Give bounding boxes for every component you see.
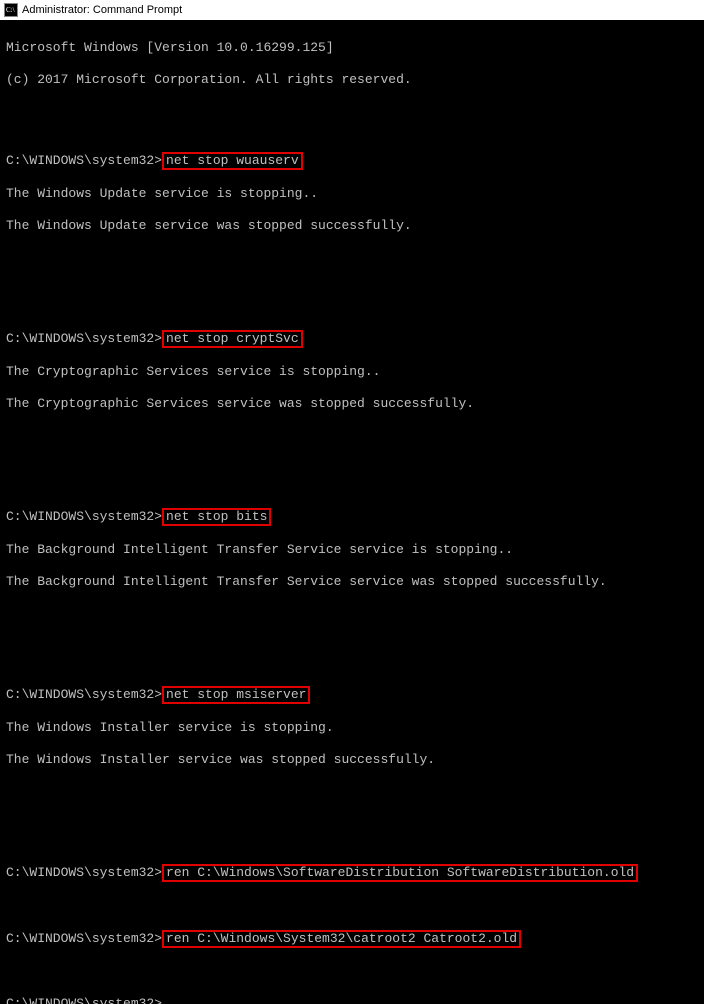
- blank-line: [6, 282, 698, 298]
- blank-line: [6, 250, 698, 266]
- terminal-output[interactable]: Microsoft Windows [Version 10.0.16299.12…: [0, 20, 704, 1004]
- output-line: The Background Intelligent Transfer Serv…: [6, 542, 698, 558]
- output-line: The Background Intelligent Transfer Serv…: [6, 574, 698, 590]
- command-line: C:\WINDOWS\system32>net stop wuauserv: [6, 152, 698, 170]
- blank-line: [6, 638, 698, 654]
- blank-line: [6, 784, 698, 800]
- command-line: C:\WINDOWS\system32>ren C:\Windows\Syste…: [6, 930, 698, 948]
- output-line: The Windows Installer service is stoppin…: [6, 720, 698, 736]
- command-line: C:\WINDOWS\system32>ren C:\Windows\Softw…: [6, 864, 698, 882]
- prompt: C:\WINDOWS\system32>: [6, 865, 162, 880]
- svg-text:C:\: C:\: [6, 6, 15, 14]
- window-titlebar[interactable]: C:\ Administrator: Command Prompt: [0, 0, 704, 20]
- prompt: C:\WINDOWS\system32>: [6, 996, 162, 1004]
- blank-line: [6, 606, 698, 622]
- blank-line: [6, 104, 698, 120]
- highlighted-command: net stop cryptSvc: [162, 330, 303, 348]
- prompt: C:\WINDOWS\system32>: [6, 509, 162, 524]
- cmd-icon: C:\: [4, 3, 18, 17]
- highlighted-command: net stop wuauserv: [162, 152, 303, 170]
- blank-line: [6, 428, 698, 444]
- blank-line: [6, 964, 698, 980]
- output-line: The Windows Update service is stopping..: [6, 186, 698, 202]
- header-line: Microsoft Windows [Version 10.0.16299.12…: [6, 40, 698, 56]
- highlighted-command: ren C:\Windows\System32\catroot2 Catroot…: [162, 930, 521, 948]
- highlighted-command: net stop bits: [162, 508, 271, 526]
- prompt: C:\WINDOWS\system32>: [6, 153, 162, 168]
- blank-line: [6, 898, 698, 914]
- highlighted-command: ren C:\Windows\SoftwareDistribution Soft…: [162, 864, 638, 882]
- blank-line: [6, 460, 698, 476]
- window-title: Administrator: Command Prompt: [22, 4, 182, 16]
- output-line: The Cryptographic Services service is st…: [6, 364, 698, 380]
- header-line: (c) 2017 Microsoft Corporation. All righ…: [6, 72, 698, 88]
- command-line: C:\WINDOWS\system32>net stop msiserver: [6, 686, 698, 704]
- highlighted-command: net stop msiserver: [162, 686, 310, 704]
- prompt: C:\WINDOWS\system32>: [6, 931, 162, 946]
- command-line: C:\WINDOWS\system32>: [6, 996, 698, 1004]
- prompt: C:\WINDOWS\system32>: [6, 331, 162, 346]
- prompt: C:\WINDOWS\system32>: [6, 687, 162, 702]
- output-line: The Windows Installer service was stoppe…: [6, 752, 698, 768]
- command-line: C:\WINDOWS\system32>net stop bits: [6, 508, 698, 526]
- output-line: The Cryptographic Services service was s…: [6, 396, 698, 412]
- command-line: C:\WINDOWS\system32>net stop cryptSvc: [6, 330, 698, 348]
- blank-line: [6, 816, 698, 832]
- output-line: The Windows Update service was stopped s…: [6, 218, 698, 234]
